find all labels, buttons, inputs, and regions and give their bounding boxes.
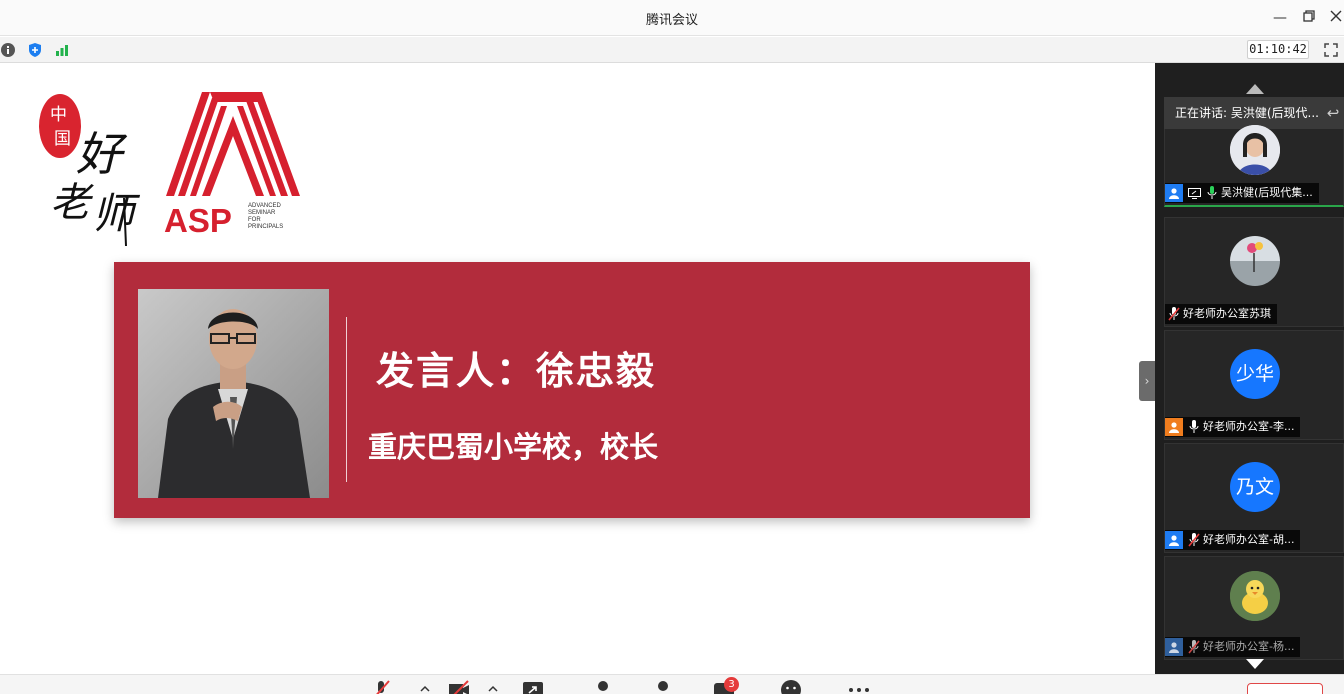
participant-nameplate: 吴洪健(后现代集... bbox=[1165, 183, 1319, 203]
speaker-banner: 发言人：徐忠毅 重庆巴蜀小学校，校长 bbox=[114, 262, 1030, 518]
back-arrow-icon[interactable]: ↩ bbox=[1322, 97, 1344, 129]
participant-nameplate: 好老师办公室-李... bbox=[1165, 417, 1301, 437]
info-icon[interactable] bbox=[0, 42, 16, 58]
participant-tile[interactable]: 乃文 好老师办公室-胡... bbox=[1164, 443, 1344, 553]
collapse-sidebar-button[interactable]: › bbox=[1139, 361, 1155, 401]
svg-text:老: 老 bbox=[50, 180, 94, 226]
participant-name: 好老师办公室-李... bbox=[1203, 420, 1295, 433]
participant-nameplate: 好老师办公室-胡... bbox=[1165, 530, 1301, 550]
scroll-down-icon[interactable] bbox=[1246, 659, 1264, 669]
more-icon[interactable] bbox=[848, 679, 870, 694]
audio-options-chevron-icon[interactable] bbox=[420, 679, 430, 694]
speaking-label: 正在讲话: 吴洪健(后现代... bbox=[1175, 106, 1319, 120]
video-options-chevron-icon[interactable] bbox=[488, 679, 498, 694]
mic-muted-icon bbox=[1185, 530, 1203, 550]
participant-tile[interactable]: 吴洪健(后现代集... bbox=[1164, 125, 1344, 207]
svg-text:PRINCIPALS: PRINCIPALS bbox=[248, 224, 283, 230]
divider bbox=[346, 317, 347, 482]
svg-text:好: 好 bbox=[76, 127, 128, 181]
mic-muted-icon bbox=[1165, 304, 1183, 324]
speaker-name: 发言人：徐忠毅 bbox=[376, 349, 657, 393]
cohost-icon bbox=[1165, 418, 1183, 436]
title-bar: 腾讯会议 — bbox=[0, 0, 1344, 36]
svg-text:师: 师 bbox=[92, 189, 141, 238]
avatar: 乃文 bbox=[1230, 462, 1280, 512]
participant-name: 好老师办公室-胡... bbox=[1203, 533, 1295, 546]
participant-name: 吴洪健(后现代集... bbox=[1221, 186, 1313, 199]
security-shield-icon[interactable] bbox=[27, 42, 43, 58]
mic-muted-icon bbox=[1185, 637, 1203, 657]
participant-name: 好老师办公室-杨... bbox=[1203, 640, 1295, 653]
speaker-photo bbox=[138, 289, 329, 498]
svg-text:FOR: FOR bbox=[248, 217, 261, 223]
svg-text:国: 国 bbox=[54, 129, 71, 149]
mic-icon bbox=[1185, 417, 1203, 437]
svg-text:ADVANCED: ADVANCED bbox=[248, 203, 282, 209]
good-teacher-logo: 中 国 好 老 师 bbox=[36, 88, 151, 248]
mute-mic-icon[interactable] bbox=[370, 679, 392, 694]
screen-share-icon bbox=[1185, 183, 1203, 203]
close-icon[interactable] bbox=[1326, 8, 1344, 28]
asp-logo: ASP ADVANCED SEMINAR FOR PRINCIPALS bbox=[162, 92, 304, 239]
participant-video-list: 正在讲话: 吴洪健(后现代... ↩ 吴洪健(后现代集... 好老师办公室苏琪 … bbox=[1155, 63, 1344, 674]
avatar bbox=[1230, 125, 1280, 175]
participant-tile[interactable]: 少华 好老师办公室-李... bbox=[1164, 330, 1344, 440]
restore-icon[interactable] bbox=[1299, 8, 1319, 28]
minimize-icon[interactable]: — bbox=[1270, 8, 1290, 28]
host-icon bbox=[1165, 531, 1183, 549]
avatar bbox=[1230, 236, 1280, 286]
svg-text:中: 中 bbox=[50, 105, 67, 125]
avatar bbox=[1230, 571, 1280, 621]
participant-name: 好老师办公室苏琪 bbox=[1183, 307, 1271, 320]
chevron-right-icon: › bbox=[1144, 374, 1150, 388]
share-screen-icon[interactable] bbox=[522, 679, 544, 694]
participant-nameplate: 好老师办公室-杨... bbox=[1165, 637, 1301, 657]
svg-text:SEMINAR: SEMINAR bbox=[248, 210, 276, 216]
fullscreen-icon[interactable] bbox=[1323, 42, 1339, 58]
host-icon bbox=[1165, 638, 1183, 656]
window-title: 腾讯会议 bbox=[645, 13, 698, 28]
mic-icon bbox=[1203, 183, 1221, 203]
participant-tile[interactable]: 好老师办公室苏琪 bbox=[1164, 217, 1344, 327]
participant-tile[interactable]: 好老师办公室-杨... bbox=[1164, 556, 1344, 660]
meeting-toolbar: 3 bbox=[0, 674, 1344, 694]
speaker-affiliation: 重庆巴蜀小学校，校长 bbox=[368, 430, 659, 464]
invite-icon[interactable] bbox=[592, 679, 614, 694]
stop-video-icon[interactable] bbox=[448, 679, 470, 694]
meeting-timer: 01:10:42 bbox=[1247, 40, 1309, 59]
host-icon bbox=[1165, 184, 1183, 202]
signal-strength-icon[interactable] bbox=[54, 42, 70, 58]
participant-nameplate: 好老师办公室苏琪 bbox=[1165, 304, 1277, 324]
manage-members-icon[interactable] bbox=[652, 679, 674, 694]
end-meeting-button[interactable] bbox=[1247, 683, 1323, 694]
chat-unread-badge: 3 bbox=[724, 677, 739, 692]
status-bar: 01:10:42 bbox=[0, 37, 1344, 63]
svg-text:ASP: ASP bbox=[164, 202, 232, 236]
reactions-icon[interactable] bbox=[780, 679, 802, 694]
avatar: 少华 bbox=[1230, 349, 1280, 399]
scroll-up-icon[interactable] bbox=[1246, 84, 1264, 94]
